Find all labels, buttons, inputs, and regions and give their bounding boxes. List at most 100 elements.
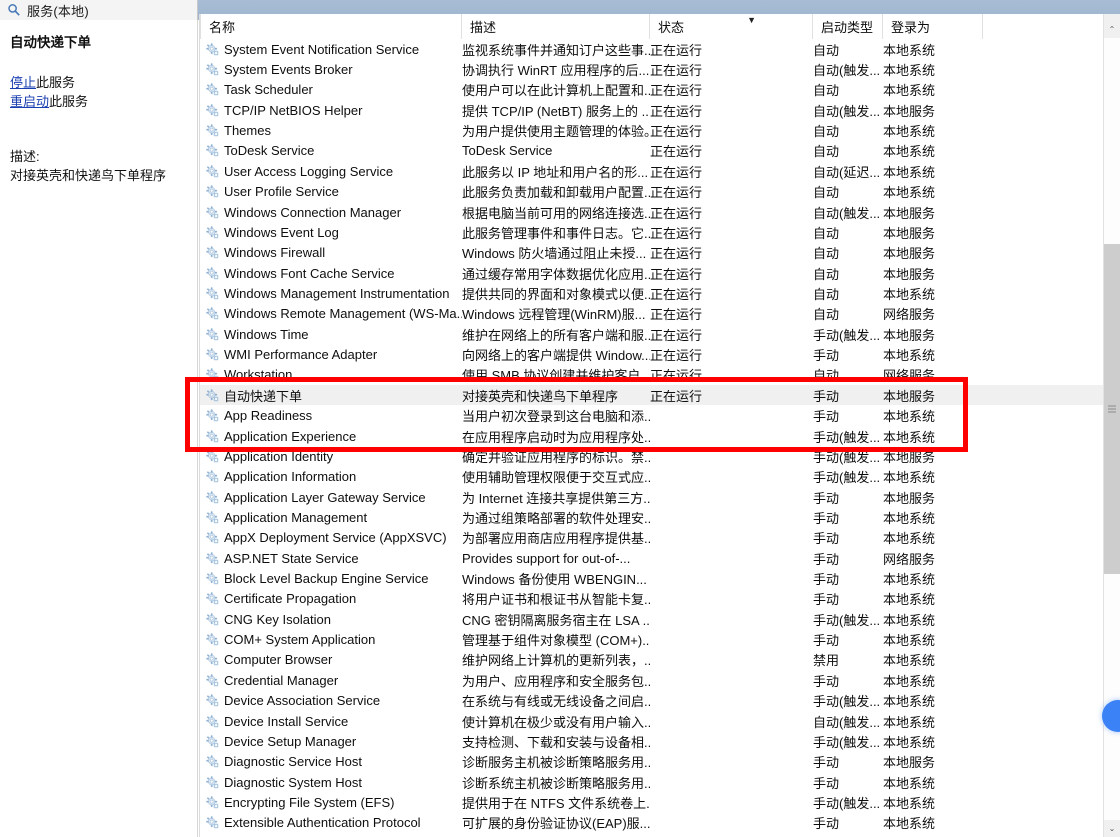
service-row[interactable]: Windows Management Instrumentation 提供共同的界… [200,283,1104,303]
restart-service-suffix: 此服务 [49,94,89,109]
service-description-cell: 提供 TCP/IP (NetBT) 服务上的 ... [462,103,650,119]
service-row[interactable]: Block Level Backup Engine Service Windows… [200,568,1104,588]
service-row[interactable]: WMI Performance Adapter 向网络上的客户端提供 Window… [200,344,1104,364]
service-row[interactable]: App Readiness 当用户初次登录到这台电脑和添... 手动 本地系统 [200,405,1104,425]
service-description-cell: 向网络上的客户端提供 Window... [462,348,650,364]
service-row[interactable]: Certificate Propagation 将用户证书和根证书从智能卡复...… [200,589,1104,609]
service-gear-icon [206,613,219,626]
service-description-cell: 可扩展的身份验证协议(EAP)服... [462,816,650,832]
service-row[interactable]: Windows Event Log 此服务管理事件和事件日志。它... 正在运行 自动… [200,222,1104,242]
column-header-status[interactable]: 状态 ▼ [650,14,813,39]
service-name-cell: Windows Font Cache Service [200,266,462,281]
service-row[interactable]: Workstation 使用 SMB 协议创建并维护客户... 正在运行 自动 网络服务 [200,365,1104,385]
service-row[interactable]: User Access Logging Service 此服务以 IP 地址和用户… [200,161,1104,181]
scroll-down-arrow-icon[interactable]: ⌄ [1104,820,1120,837]
column-header-logon[interactable]: 登录为 [883,14,983,39]
service-name-cell: COM+ System Application [200,632,462,647]
service-name-text: Workstation [224,367,293,383]
service-name-text: Application Layer Gateway Service [224,489,426,505]
service-actions: 停止此服务 重启动此服务 [10,73,189,111]
service-row[interactable]: Windows Connection Manager 根据电脑当前可用的网络连接选… [200,202,1104,222]
service-startup-type-cell: 手动(触发... [813,470,881,486]
service-status-cell: 正在运行 [650,144,703,160]
service-row[interactable]: Task Scheduler 使用户可以在此计算机上配置和... 正在运行 自动 本地系… [200,80,1104,100]
service-gear-icon [206,83,219,96]
service-description-cell: 使计算机在极少或没有用户输入... [462,714,650,730]
scroll-up-arrow-icon[interactable]: ⌃ [1104,21,1120,38]
service-logon-as-cell: 本地系统 [883,694,936,710]
service-name-cell: Windows Event Log [200,225,462,240]
service-description-cell: 为用户、应用程序和安全服务包... [462,673,650,689]
service-row[interactable]: System Event Notification Service 监视系统事件并… [200,39,1104,59]
column-header-name[interactable]: 名称 [200,14,462,39]
service-description-cell: 使用 SMB 协议创建并维护客户... [462,368,650,384]
service-row[interactable]: Encrypting File System (EFS) 提供用于在 NTFS 文… [200,792,1104,812]
service-description-cell: 提供用于在 NTFS 文件系统卷上... [462,795,650,811]
stop-service-link[interactable]: 停止 [10,75,36,90]
service-startup-type-cell: 手动 [813,633,840,649]
service-row[interactable]: ToDesk Service ToDesk Service 正在运行 自动 本地系统 [200,141,1104,161]
service-row[interactable]: AppX Deployment Service (AppXSVC) 为部署应用商店… [200,528,1104,548]
service-row[interactable]: Application Layer Gateway Service 为 Inter… [200,487,1104,507]
service-row[interactable]: User Profile Service 此服务负责加载和卸载用户配置... 正在运… [200,182,1104,202]
service-row[interactable]: Windows Time 维护在网络上的所有客户端和服... 正在运行 手动(触发..… [200,324,1104,344]
service-row[interactable]: TCP/IP NetBIOS Helper 提供 TCP/IP (NetBT) 服… [200,100,1104,120]
column-header-start[interactable]: 启动类型 [813,14,883,39]
service-row[interactable]: Application Management 为通过组策略部署的软件处理安... 手… [200,507,1104,527]
service-name-text: Credential Manager [224,672,339,688]
service-startup-type-cell: 自动 [813,185,840,201]
service-description-cell: 维护在网络上的所有客户端和服... [462,327,650,343]
scrollbar-thumb[interactable] [1104,244,1120,574]
service-row[interactable]: Credential Manager 为用户、应用程序和安全服务包... 手动 本地系… [200,670,1104,690]
service-name-text: 自动快递下单 [224,388,303,404]
service-row[interactable]: CNG Key Isolation CNG 密钥隔离服务宿主在 LSA ... 手动… [200,609,1104,629]
service-row[interactable]: 自动快递下单 对接英壳和快递鸟下单程序 正在运行 手动 本地服务 [200,385,1104,406]
service-row[interactable]: Diagnostic System Host 诊断系统主机被诊断策略服务用... 手… [200,772,1104,792]
service-name-text: Block Level Backup Engine Service [224,571,429,587]
service-gear-icon [206,816,219,829]
service-name-cell: TCP/IP NetBIOS Helper [200,103,462,118]
service-row[interactable]: Application Identity 确定并验证应用程序的标识。禁... 手动(… [200,446,1104,466]
service-startup-type-cell: 自动 [813,42,840,58]
restart-service-link[interactable]: 重启动 [10,94,49,109]
service-status-cell: 正在运行 [650,63,703,79]
service-logon-as-cell: 本地系统 [883,510,936,526]
service-description-cell: 在系统与有线或无线设备之间启... [462,694,650,710]
service-row[interactable]: System Events Broker 协调执行 WinRT 应用程序的后...… [200,59,1104,79]
service-description-cell: 将用户证书和根证书从智能卡复... [462,592,650,608]
service-row[interactable]: COM+ System Application 管理基于组件对象模型 (COM+)… [200,629,1104,649]
service-startup-type-cell: 手动 [813,572,840,588]
service-description-cell: ToDesk Service [462,143,553,159]
service-name-text: App Readiness [224,408,313,424]
service-row[interactable]: Diagnostic Service Host 诊断服务主机被诊断策略服务用...… [200,752,1104,772]
service-row[interactable]: Windows Font Cache Service 通过缓存常用字体数据优化应用… [200,263,1104,283]
service-startup-type-cell: 手动 [813,592,840,608]
service-row[interactable]: Application Experience 在应用程序启动时为应用程序处... 手… [200,426,1104,446]
service-logon-as-cell: 本地系统 [883,124,936,140]
service-row[interactable]: Windows Remote Management (WS-Ma... Windo… [200,304,1104,324]
service-row[interactable]: Device Setup Manager 支持检测、下载和安装与设备相... 手动(… [200,731,1104,751]
service-name-text: Computer Browser [224,652,333,668]
service-status-cell: 正在运行 [650,83,703,99]
service-row[interactable]: Extensible Authentication Protocol 可扩展的身份… [200,813,1104,833]
service-row[interactable]: Computer Browser 维护网络上计算机的更新列表，... 禁用 本地系统 [200,650,1104,670]
service-row[interactable]: Windows Firewall Windows 防火墙通过阻止未授... 正在运行… [200,243,1104,263]
service-row[interactable]: Themes 为用户提供使用主题管理的体验。 正在运行 自动 本地系统 [200,120,1104,140]
service-startup-type-cell: 手动(触发... [813,429,881,445]
service-description-cell: 为部署应用商店应用程序提供基... [462,531,650,547]
service-name-text: Diagnostic System Host [224,774,362,790]
service-name-cell: Application Management [200,510,462,525]
column-header-desc[interactable]: 描述 [462,14,650,39]
service-row[interactable]: ASP.NET State Service Provides support fo… [200,548,1104,568]
services-list-body[interactable]: System Event Notification Service 监视系统事件并… [200,39,1104,837]
service-row[interactable]: Device Install Service 使计算机在极少或没有用户输入... 自… [200,711,1104,731]
services-list-header: 名称 描述 状态 ▼ 启动类型 登录为 [200,14,1120,39]
service-name-text: WMI Performance Adapter [224,347,378,363]
service-gear-icon [206,653,219,666]
services-local-tab[interactable]: 服务(本地) [0,0,198,20]
service-gear-icon [206,104,219,117]
service-row[interactable]: Device Association Service 在系统与有线或无线设备之间启… [200,691,1104,711]
service-gear-icon [206,429,219,443]
service-row[interactable]: Application Information 使用辅助管理权限便于交互式应...… [200,467,1104,487]
service-gear-icon [206,287,219,300]
